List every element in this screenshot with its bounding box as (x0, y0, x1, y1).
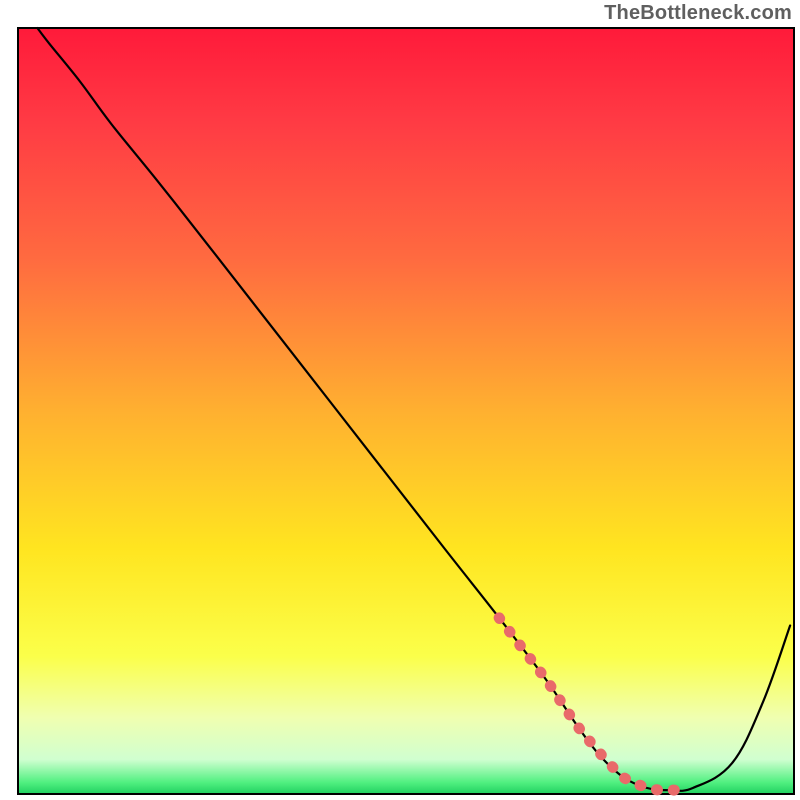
attribution-text: TheBottleneck.com (604, 2, 792, 25)
plot-background (18, 28, 794, 794)
bottleneck-chart (0, 0, 800, 800)
